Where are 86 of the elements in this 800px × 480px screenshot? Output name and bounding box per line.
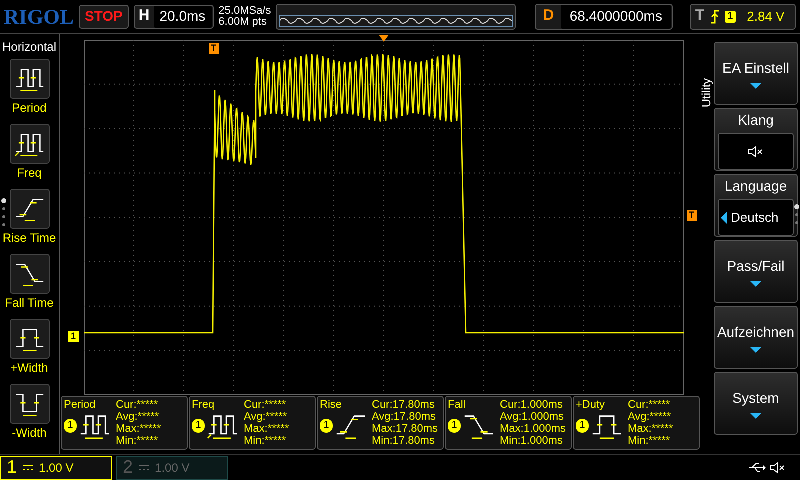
channel-badge: 1 xyxy=(320,419,333,433)
left-arrow-icon xyxy=(721,212,727,224)
measure-menu-item[interactable]: -Width xyxy=(0,384,59,446)
channel-badge: 1 xyxy=(448,419,461,433)
timebase-box[interactable]: H 20.0ms xyxy=(134,4,214,28)
softkey-button[interactable]: EA Einstell xyxy=(714,42,798,105)
trigger-level-marker: T xyxy=(687,210,696,221)
measurement-name: +Duty xyxy=(576,399,606,411)
trigger-position-marker: T xyxy=(209,43,218,54)
dropdown-arrow-icon xyxy=(750,281,762,287)
delay-label: D xyxy=(542,6,556,26)
center-marker-icon xyxy=(379,35,389,42)
measurement-name: Rise xyxy=(320,399,344,411)
trigger-channel-badge: 1 xyxy=(724,10,736,22)
trigger-level: 2.84 V xyxy=(747,8,785,26)
measure-menu-item[interactable]: Period xyxy=(0,59,59,121)
speaker-muted-icon xyxy=(770,462,786,474)
run-stop-button[interactable]: STOP xyxy=(79,4,129,28)
measurement-average: Avg:17.80ms xyxy=(372,411,438,423)
measurement-card[interactable]: Period 1 Cur:***** Avg:***** Max:***** Min:***** xyxy=(61,396,188,450)
measurement-card[interactable]: Fall 1 Cur:1.000ms Avg:1.000ms Max:1.000ms Min:1.000ms xyxy=(445,396,572,450)
page-dots-icon xyxy=(794,204,800,226)
measurement-maximum: Max:***** xyxy=(628,423,674,435)
measurement-current: Cur:17.80ms xyxy=(372,399,436,411)
measurement-card[interactable]: +Duty 1 Cur:***** Avg:***** Max:***** Min:***** xyxy=(573,396,700,450)
measurement-average: Avg:1.000ms xyxy=(500,411,566,423)
delay-value: 68.4000000ms xyxy=(561,4,672,28)
timebase-value: 20.0ms xyxy=(154,6,212,28)
dc-coupling-icon xyxy=(139,464,150,470)
measurement-maximum: Max:1.000ms xyxy=(500,423,566,435)
measurement-current: Cur:***** xyxy=(116,399,160,411)
channel-offset-marker: 1 xyxy=(68,331,80,342)
measurement-card[interactable]: Freq 1 Cur:***** Avg:***** Max:***** Min:***** xyxy=(189,396,316,450)
softkey-label: Klang xyxy=(738,111,774,130)
measurement-maximum: Max:17.80ms xyxy=(372,423,438,435)
measurement-minimum: Min:***** xyxy=(628,435,672,447)
channel-tab[interactable]: 1 1.00 V xyxy=(0,456,112,480)
measurement-name: Freq xyxy=(192,399,216,411)
measurement-average: Avg:***** xyxy=(116,411,160,423)
measurement-minimum: Min:17.80ms xyxy=(372,435,436,447)
measurement-average: Avg:***** xyxy=(244,411,288,423)
language-selector[interactable]: Deutsch xyxy=(718,199,794,236)
usb-icon xyxy=(748,462,766,474)
softkey-button[interactable]: Aufzeichnen xyxy=(714,306,798,369)
delay-box[interactable]: D 68.4000000ms xyxy=(535,4,674,30)
softkey-button[interactable]: Pass/Fail xyxy=(714,240,798,303)
trigger-box[interactable]: T 1 2.84 V xyxy=(690,4,796,30)
sample-rate: 25.0MSa/s xyxy=(218,6,272,16)
channel-scale: 1.00 V xyxy=(155,460,190,476)
measurement-card[interactable]: Rise 1 Cur:17.80ms Avg:17.80ms Max:17.80ms Min:17.80ms xyxy=(317,396,444,450)
measurement-name: Fall xyxy=(448,399,467,411)
rising-edge-icon xyxy=(710,10,720,24)
channel-badge: 1 xyxy=(64,419,77,433)
measure-menu-item[interactable]: Fall Time xyxy=(0,254,59,316)
channel-badge: 1 xyxy=(576,419,589,433)
timebase-label: H xyxy=(138,6,151,26)
measurement-average: Avg:***** xyxy=(628,411,672,423)
measurement-minimum: Min:***** xyxy=(244,435,288,447)
measurement-current: Cur:1.000ms xyxy=(500,399,564,411)
measurement-current: Cur:***** xyxy=(244,399,288,411)
channel-number: 1 xyxy=(7,456,18,479)
trigger-label: T xyxy=(695,6,705,26)
memory-depth: 6.00M pts xyxy=(218,16,268,28)
softkey-label: Language xyxy=(724,177,788,196)
menu-title: Horizontal xyxy=(1,39,58,56)
dropdown-arrow-icon xyxy=(750,83,762,89)
measurement-maximum: Max:***** xyxy=(244,423,290,435)
channel-scale: 1.00 V xyxy=(39,460,74,476)
measurement-name: Period xyxy=(64,399,97,411)
dropdown-arrow-icon xyxy=(750,413,762,419)
measurement-current: Cur:***** xyxy=(628,399,672,411)
softkey-button[interactable]: System xyxy=(714,372,798,435)
channel-number: 2 xyxy=(123,456,134,479)
measure-menu-item[interactable]: +Width xyxy=(0,319,59,381)
sound-toggle[interactable] xyxy=(718,133,794,170)
dropdown-arrow-icon xyxy=(750,347,762,353)
measure-menu-item[interactable]: Rise Time xyxy=(0,189,59,251)
measure-menu-item[interactable]: Freq xyxy=(0,124,59,186)
channel-badge: 1 xyxy=(192,419,205,433)
brand-logo: RIGOL xyxy=(4,4,74,30)
page-dots-icon xyxy=(1,198,7,228)
measurement-minimum: Min:1.000ms xyxy=(500,435,564,447)
measurement-maximum: Max:***** xyxy=(116,423,162,435)
dc-coupling-icon xyxy=(23,464,34,470)
measurement-minimum: Min:***** xyxy=(116,435,160,447)
menu-title: Utility xyxy=(700,77,714,110)
